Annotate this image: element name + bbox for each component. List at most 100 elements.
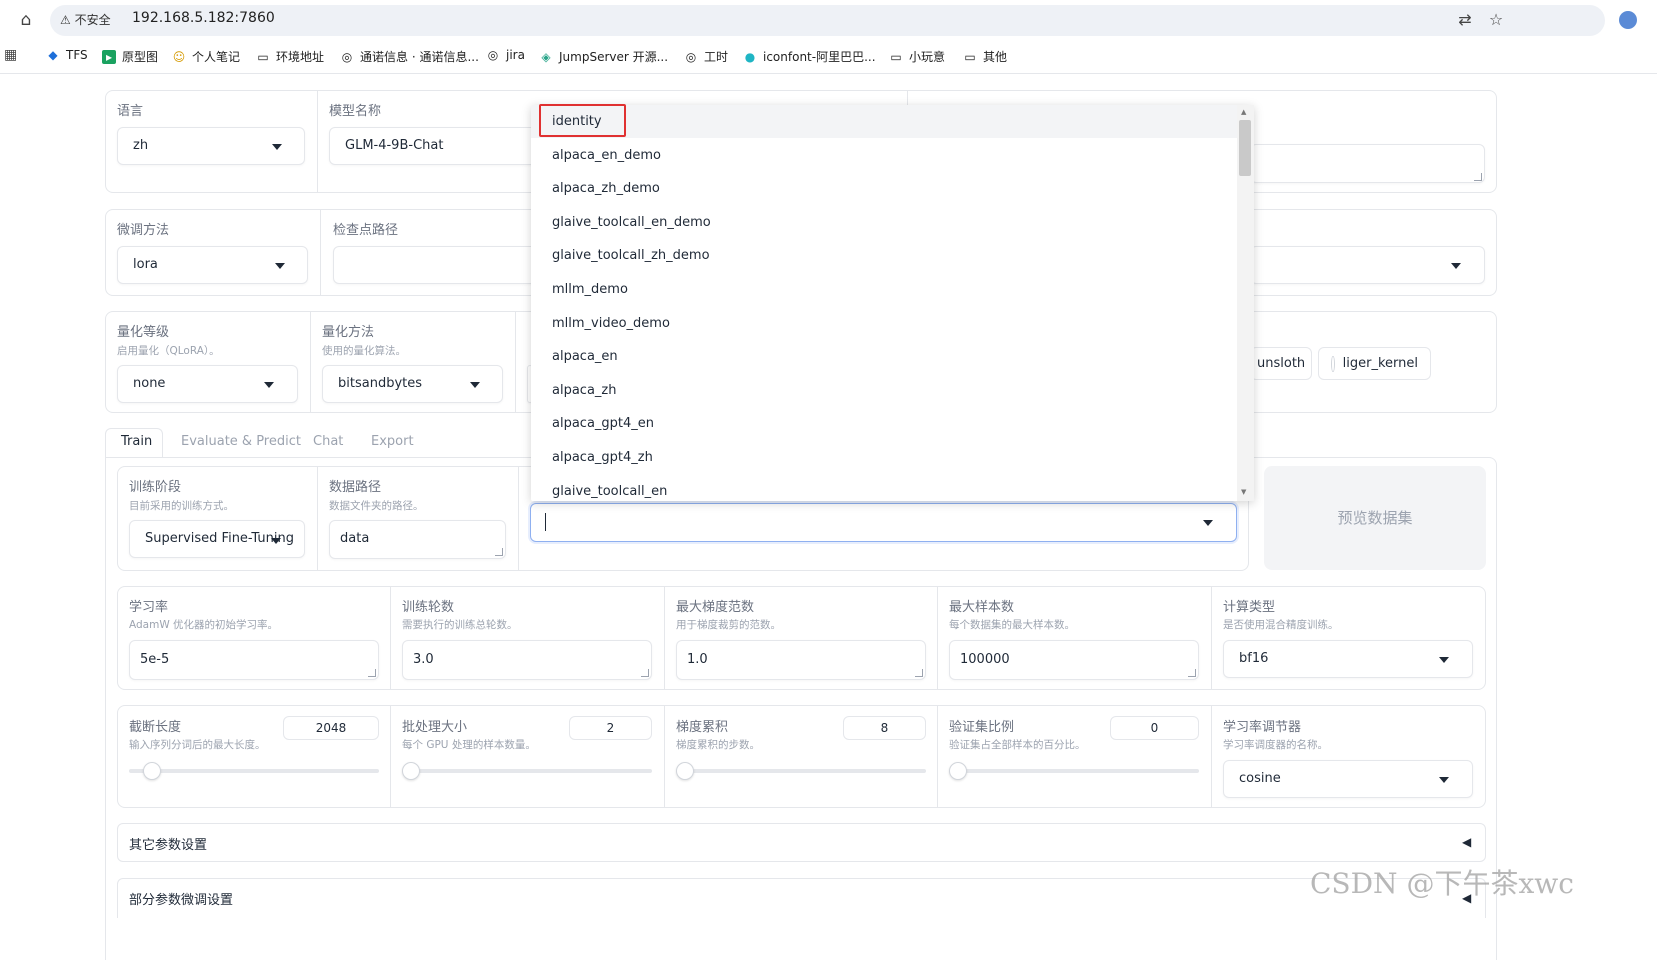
data-dir-info: 数据文件夹的路径。 (329, 500, 424, 512)
dataset-option[interactable]: mllm_demo (531, 273, 1237, 306)
folder-icon: ▭ (257, 49, 269, 64)
slider-handle[interactable] (949, 762, 967, 780)
batch-size-info: 每个 GPU 处理的样本数量。 (402, 739, 536, 751)
template-dropdown[interactable] (1250, 246, 1485, 284)
slider-handle[interactable] (402, 762, 420, 780)
bookmark-other[interactable]: ▭ 其他 (963, 48, 1007, 65)
bookmark-tfs[interactable]: ◆ TFS (46, 48, 87, 62)
scroll-down-icon[interactable]: ▼ (1241, 488, 1246, 496)
bookmark-star-icon[interactable]: ☆ (1486, 10, 1506, 29)
divider (937, 587, 938, 689)
dataset-option[interactable]: glaive_toolcall_en (531, 475, 1237, 501)
tab-train[interactable]: Train (121, 434, 152, 449)
dataset-option[interactable]: glaive_toolcall_zh_demo (531, 239, 1237, 272)
bookmark-label: 原型图 (122, 50, 159, 64)
profile-avatar[interactable] (1619, 11, 1637, 29)
dataset-option[interactable]: alpaca_gpt4_en (531, 407, 1237, 440)
collapse-arrow-icon[interactable]: ◀ (1462, 835, 1471, 849)
url-text[interactable]: 192.168.5.182:7860 (132, 10, 275, 26)
max-grad-norm-info: 用于梯度裁剪的范数。 (676, 619, 781, 631)
resize-handle-icon[interactable] (915, 669, 923, 677)
data-dir-value: data (340, 531, 370, 546)
booster-liger-label: liger_kernel (1342, 356, 1418, 371)
bookmark-jumpserver[interactable]: ◈ JumpServer 开源... (539, 48, 668, 65)
val-size-number[interactable]: 0 (1110, 716, 1199, 740)
dataset-option[interactable]: identity (531, 105, 1237, 138)
dataset-option[interactable]: mllm_video_demo (531, 307, 1237, 340)
bookmark-toys[interactable]: ▭ 小玩意 (889, 48, 945, 65)
bookmark-notes[interactable]: ☺ 个人笔记 (172, 48, 240, 65)
model-path-input[interactable] (1250, 144, 1485, 183)
bookmark-prototype[interactable]: ▸ 原型图 (102, 48, 158, 65)
tab-chat[interactable]: Chat (313, 434, 343, 449)
batch-size-slider[interactable] (402, 769, 652, 773)
folder-icon: ▭ (964, 49, 976, 64)
max-grad-norm-input[interactable] (676, 640, 926, 680)
bookmark-jira[interactable]: ◎ jira (486, 48, 525, 62)
tab-export[interactable]: Export (371, 434, 414, 449)
cutoff-len-slider[interactable] (129, 769, 379, 773)
azure-devops-icon: ◆ (48, 48, 58, 62)
cutoff-len-number[interactable]: 2048 (283, 716, 379, 740)
quant-bit-info: 启用量化（QLoRA）。 (117, 345, 220, 357)
chevron-down-icon (1439, 777, 1449, 783)
bookmark-worktime[interactable]: ◎ 工时 (684, 48, 728, 65)
max-grad-norm-label: 最大梯度范数 (676, 600, 755, 615)
dataset-option[interactable]: alpaca_en_demo (531, 139, 1237, 172)
preview-dataset-button[interactable]: 预览数据集 (1264, 466, 1486, 570)
dataset-option[interactable]: alpaca_zh (531, 374, 1237, 407)
batch-size-number[interactable]: 2 (569, 716, 652, 740)
bookmark-env[interactable]: ▭ 环境地址 (256, 48, 324, 65)
grad-accum-slider[interactable] (676, 769, 926, 773)
epochs-input[interactable] (402, 640, 652, 680)
dataset-dropdown-input[interactable] (530, 503, 1237, 542)
chevron-down-icon[interactable] (1203, 520, 1213, 526)
address-bar[interactable] (50, 5, 1605, 36)
apps-grid-icon[interactable]: ▦ (4, 47, 17, 63)
scheduler-value: cosine (1239, 771, 1281, 786)
booster-unsloth-option[interactable]: unsloth (1250, 347, 1312, 380)
bookmark-tongnuo[interactable]: ◎ 通诺信息 · 通诺信息... (340, 48, 479, 65)
bookmark-label: jira (506, 48, 525, 62)
batch-size-label: 批处理大小 (402, 720, 468, 735)
dataset-option[interactable]: alpaca_en (531, 340, 1237, 373)
resize-handle-icon[interactable] (495, 548, 503, 556)
resize-handle-icon[interactable] (1474, 173, 1482, 181)
dataset-option[interactable]: alpaca_gpt4_zh (531, 441, 1237, 474)
learning-rate-label: 学习率 (129, 600, 169, 615)
other-settings-title: 其它参数设置 (129, 838, 208, 853)
resize-handle-icon[interactable] (1188, 669, 1196, 677)
grad-accum-number[interactable]: 8 (843, 716, 926, 740)
divider (390, 706, 391, 807)
compute-type-value: bf16 (1239, 651, 1269, 666)
booster-liger-option[interactable]: liger_kernel (1318, 347, 1431, 380)
bookmark-label: JumpServer 开源... (559, 50, 669, 64)
other-settings-accordion[interactable] (117, 823, 1486, 862)
cutoff-len-label: 截断长度 (129, 720, 182, 735)
scrollbar-thumb[interactable] (1239, 120, 1251, 176)
resize-handle-icon[interactable] (368, 669, 376, 677)
scroll-up-icon[interactable]: ▲ (1241, 108, 1246, 116)
bookmark-iconfont[interactable]: ● iconfont-阿里巴巴... (743, 48, 876, 65)
learning-rate-info: AdamW 优化器的初始学习率。 (129, 619, 279, 631)
translate-icon[interactable]: ⇄ (1455, 10, 1475, 29)
freeze-settings-accordion[interactable] (117, 878, 1486, 918)
data-dir-label: 数据路径 (329, 480, 382, 495)
scheduler-info: 学习率调度器的名称。 (1223, 739, 1328, 751)
radio-icon[interactable] (1331, 355, 1335, 372)
dataset-option[interactable]: glaive_toolcall_en_demo (531, 206, 1237, 239)
slider-handle[interactable] (142, 762, 161, 780)
dataset-option[interactable]: alpaca_zh_demo (531, 172, 1237, 205)
slider-handle[interactable] (676, 762, 694, 780)
globe-icon: ◎ (685, 49, 697, 64)
checkpoint-dropdown[interactable] (333, 246, 539, 284)
booster-unsloth-label: unsloth (1257, 356, 1306, 371)
chevron-down-icon (470, 382, 480, 388)
finetune-value: lora (133, 257, 158, 272)
val-size-slider[interactable] (949, 769, 1199, 773)
tab-evaluate[interactable]: Evaluate & Predict (181, 434, 301, 449)
home-icon[interactable]: ⌂ (16, 10, 36, 30)
stage-info: 目前采用的训练方式。 (129, 500, 234, 512)
resize-handle-icon[interactable] (641, 669, 649, 677)
security-indicator[interactable]: ⚠ 不安全 (60, 11, 111, 28)
